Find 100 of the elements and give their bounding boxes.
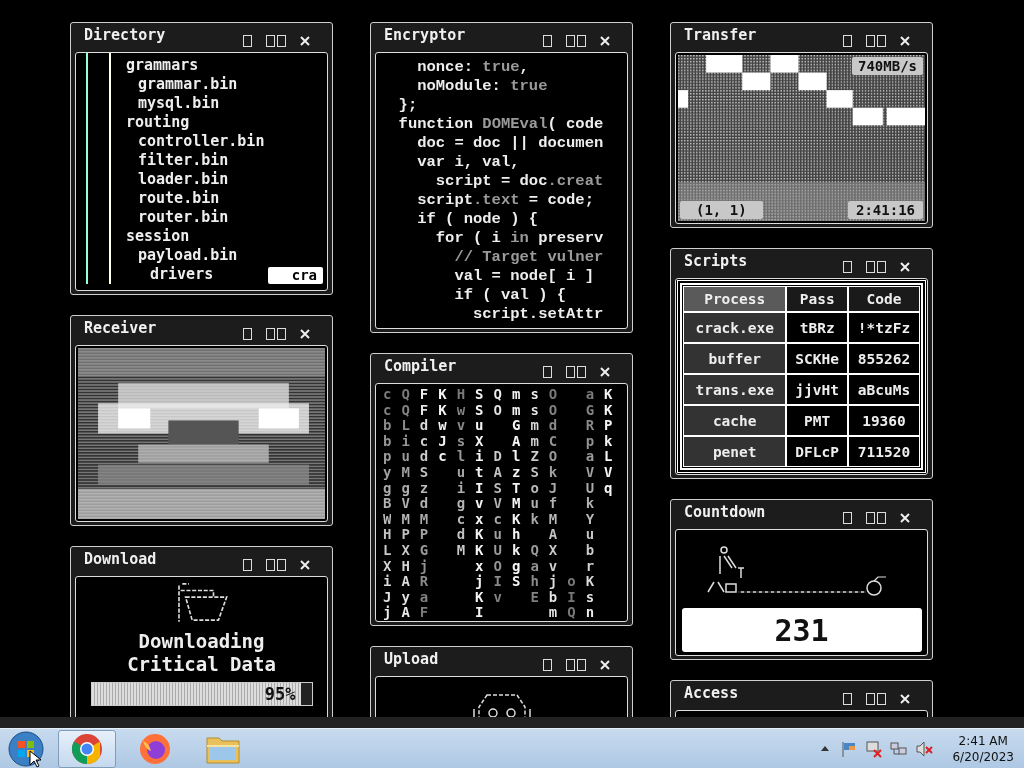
position-label: (1, 1) bbox=[680, 201, 763, 219]
maximize-icon bbox=[866, 34, 886, 47]
code-line: doc = doc || documen bbox=[416, 134, 605, 153]
maximize-button[interactable] bbox=[866, 692, 886, 705]
column-header[interactable]: Pass bbox=[787, 287, 847, 311]
close-icon bbox=[600, 366, 610, 377]
table-cell: buffer bbox=[684, 344, 786, 373]
close-button[interactable] bbox=[300, 328, 310, 339]
code-line: noModule: true bbox=[416, 77, 549, 96]
maximize-icon bbox=[866, 260, 886, 273]
minimize-button[interactable] bbox=[243, 327, 252, 340]
close-button[interactable] bbox=[900, 35, 910, 46]
tree-item[interactable]: loader.bin bbox=[138, 170, 229, 188]
maximize-button[interactable] bbox=[866, 511, 886, 524]
speaker-icon[interactable] bbox=[915, 739, 934, 758]
taskbar-button[interactable] bbox=[58, 729, 116, 768]
column-header[interactable]: Code bbox=[848, 287, 919, 311]
maximize-button[interactable] bbox=[266, 34, 286, 47]
close-button[interactable] bbox=[300, 35, 310, 46]
close-button[interactable] bbox=[600, 659, 610, 670]
minimize-button[interactable] bbox=[243, 34, 252, 47]
code-line: script = doc.creat bbox=[434, 172, 605, 191]
column-header[interactable]: Process bbox=[684, 287, 786, 311]
tree-item[interactable]: grammars bbox=[126, 56, 199, 74]
close-icon bbox=[300, 559, 310, 570]
maximize-button[interactable] bbox=[866, 260, 886, 273]
window-title: Countdown bbox=[684, 503, 766, 521]
character-stream: KKwJc bbox=[438, 387, 447, 467]
tree-item[interactable]: controller.bin bbox=[138, 132, 265, 150]
minimize-button[interactable] bbox=[543, 658, 552, 671]
caret-icon bbox=[821, 746, 830, 751]
tree-item[interactable]: router.bin bbox=[138, 208, 229, 226]
code-line: val = node[ i ] bbox=[453, 267, 595, 286]
close-button[interactable] bbox=[900, 693, 910, 704]
minimize-button[interactable] bbox=[243, 558, 252, 571]
character-stream: mmGAlzTMKhkgS bbox=[511, 387, 521, 592]
maximize-button[interactable] bbox=[266, 558, 286, 571]
maximize-button[interactable] bbox=[566, 365, 586, 378]
table-cell: penet bbox=[684, 437, 786, 466]
minimize-icon bbox=[843, 511, 852, 524]
minimize-button[interactable] bbox=[543, 34, 552, 47]
monitor-icon[interactable] bbox=[865, 739, 884, 758]
maximize-button[interactable] bbox=[566, 34, 586, 47]
network-icon[interactable] bbox=[890, 739, 909, 758]
tree-item[interactable]: payload.bin bbox=[138, 246, 238, 264]
window-title: Transfer bbox=[684, 26, 757, 44]
window-title: Directory bbox=[84, 26, 166, 44]
table-cell: cache bbox=[684, 406, 786, 435]
close-button[interactable] bbox=[600, 35, 610, 46]
maximize-icon bbox=[266, 558, 286, 571]
minimize-icon bbox=[243, 327, 252, 340]
minimize-button[interactable] bbox=[843, 692, 852, 705]
clock-date[interactable]: 6/20/2023 bbox=[952, 748, 1014, 765]
file-tag: cra bbox=[267, 267, 323, 284]
window-title: Compiler bbox=[384, 357, 457, 375]
maximize-icon bbox=[266, 34, 286, 47]
close-icon bbox=[600, 35, 610, 46]
table-cell: crack.exe bbox=[684, 313, 786, 342]
tree-item[interactable]: session bbox=[126, 227, 190, 245]
minimize-icon bbox=[843, 260, 852, 273]
close-button[interactable] bbox=[600, 366, 610, 377]
close-icon bbox=[300, 328, 310, 339]
tree-item[interactable]: filter.bin bbox=[138, 151, 229, 169]
tree-item[interactable]: grammar.bin bbox=[138, 75, 238, 93]
tree-item[interactable]: drivers bbox=[150, 265, 214, 283]
minimize-button[interactable] bbox=[843, 34, 852, 47]
minimize-button[interactable] bbox=[843, 511, 852, 524]
maximize-icon bbox=[266, 327, 286, 340]
clock-time[interactable]: 2:41 AM bbox=[958, 732, 1008, 749]
close-button[interactable] bbox=[900, 261, 910, 272]
maximize-button[interactable] bbox=[266, 327, 286, 340]
window-title: Download bbox=[84, 550, 157, 568]
progress-label: 95% bbox=[264, 684, 296, 704]
maximize-icon bbox=[566, 34, 586, 47]
tree-item[interactable]: mysql.bin bbox=[138, 94, 220, 112]
close-icon bbox=[600, 659, 610, 670]
download-heading: Downloading Critical Data bbox=[126, 630, 277, 676]
browser-icon bbox=[71, 732, 103, 765]
close-button[interactable] bbox=[300, 559, 310, 570]
window-title: Encryptor bbox=[384, 26, 466, 44]
code-line: function DOMEval( code bbox=[397, 115, 605, 134]
close-icon bbox=[900, 35, 910, 46]
minimize-icon bbox=[243, 34, 252, 47]
close-icon bbox=[900, 512, 910, 523]
window-title: Receiver bbox=[84, 319, 157, 337]
maximize-button[interactable] bbox=[866, 34, 886, 47]
tree-item[interactable]: routing bbox=[126, 113, 190, 131]
code-line: }; bbox=[397, 96, 419, 115]
countdown-number: 231 bbox=[681, 608, 922, 652]
minimize-button[interactable] bbox=[543, 365, 552, 378]
window-title: Upload bbox=[384, 650, 439, 668]
maximize-button[interactable] bbox=[566, 658, 586, 671]
tree-item[interactable]: route.bin bbox=[138, 189, 220, 207]
table-cell: trans.exe bbox=[684, 375, 786, 404]
maximize-icon bbox=[866, 692, 886, 705]
mouse-pointer-icon bbox=[29, 750, 41, 768]
close-button[interactable] bbox=[900, 512, 910, 523]
minimize-icon bbox=[843, 34, 852, 47]
minimize-button[interactable] bbox=[843, 260, 852, 273]
close-icon bbox=[900, 261, 910, 272]
